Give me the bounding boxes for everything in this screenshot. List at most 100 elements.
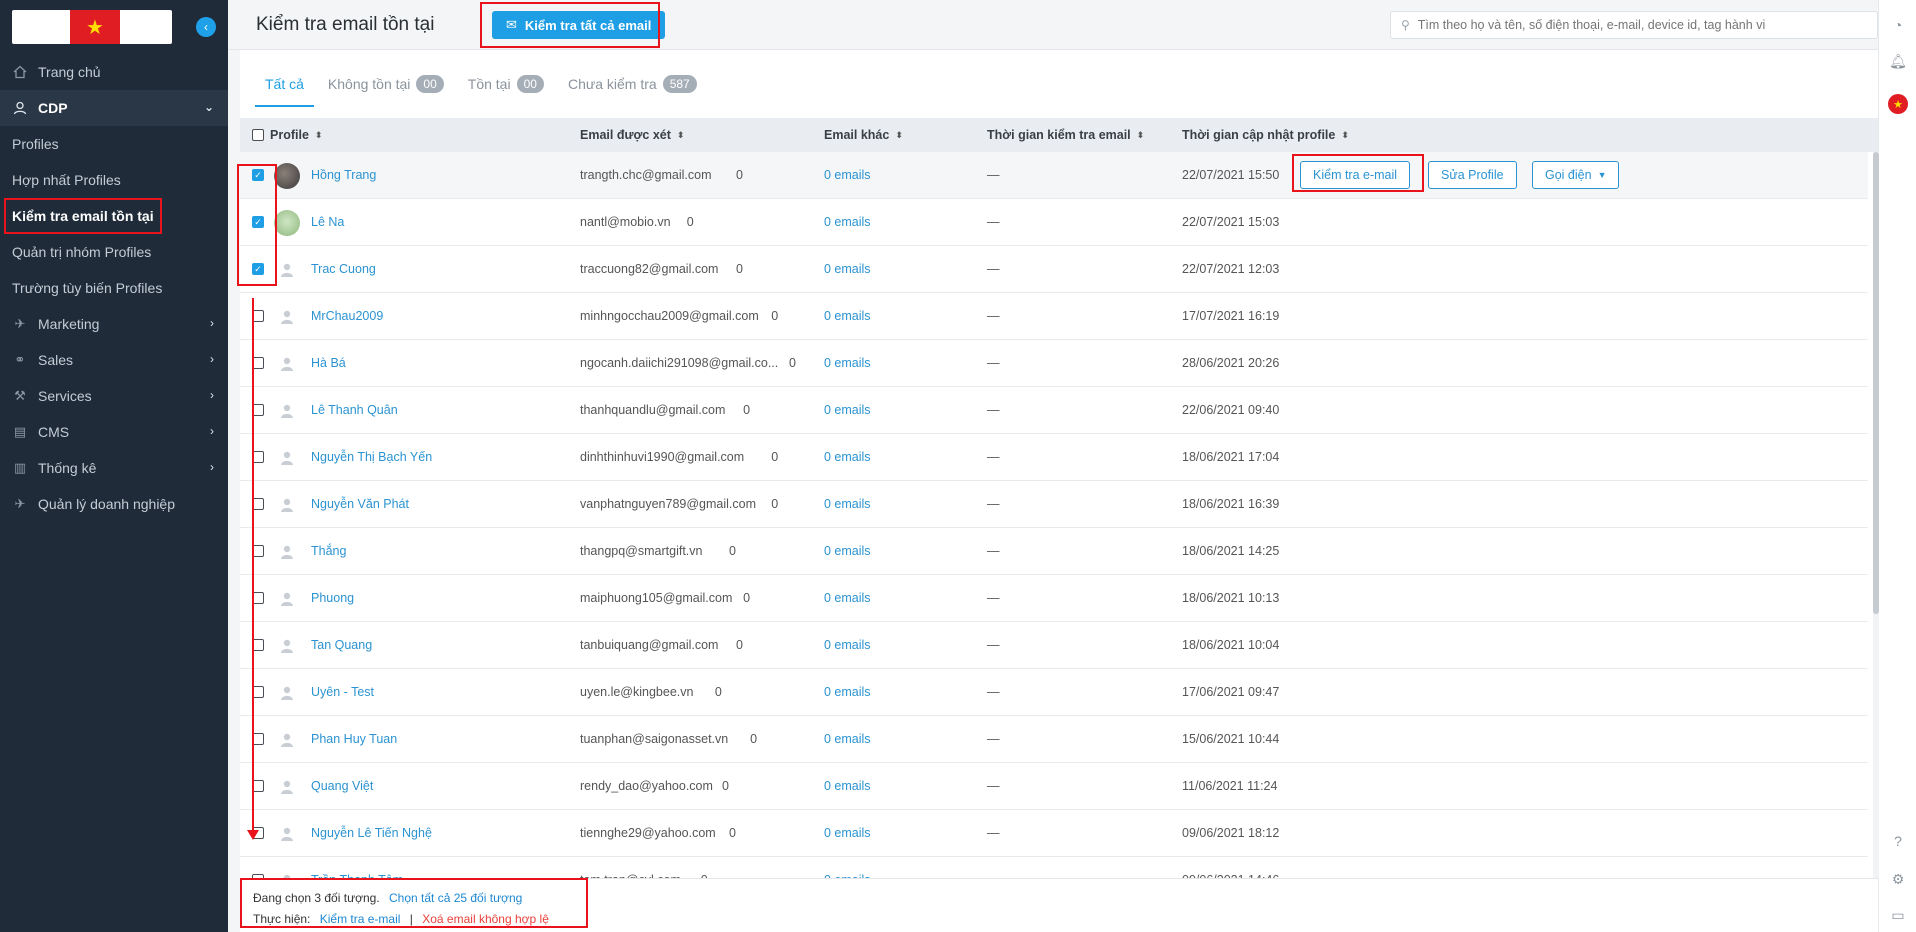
table-row[interactable]: Phan Huy Tuan tuanphan@saigonasset.vn 0 0 e… xyxy=(240,716,1868,763)
profile-name-link[interactable]: Nguyễn Thị Bạch Yến xyxy=(311,450,432,464)
profile-name-link[interactable]: Lê Na xyxy=(311,215,344,229)
other-emails-link[interactable]: 0 emails xyxy=(824,591,871,605)
select-all-checkbox[interactable] xyxy=(252,129,264,141)
row-checkbox[interactable]: ✓ xyxy=(252,263,264,275)
language-flag-icon[interactable]: ★ xyxy=(1888,94,1908,114)
table-row[interactable]: ✓ Hồng Trang trangth.chc@gmail.com 0 0 email… xyxy=(240,152,1868,199)
row-checkbox[interactable]: ✓ xyxy=(252,216,264,228)
table-row[interactable]: Nguyễn Thị Bạch Yến dinhthinhuvi1990@gmai… xyxy=(240,434,1868,481)
other-emails-link[interactable]: 0 emails xyxy=(824,732,871,746)
other-emails-link[interactable]: 0 emails xyxy=(824,215,871,229)
table-row[interactable]: Uyên - Test uyen.le@kingbee.vn 0 0 emails — 1… xyxy=(240,669,1868,716)
profile-name-link[interactable]: Trac Cuong xyxy=(311,262,376,276)
bell-icon[interactable]: 🔔︎ xyxy=(1889,52,1907,70)
profile-name-link[interactable]: Nguyễn Văn Phát xyxy=(311,497,409,511)
other-emails-link[interactable]: 0 emails xyxy=(824,168,871,182)
sidebar-item-custom-fields[interactable]: Trường tùy biến Profiles xyxy=(0,270,228,306)
sidebar-item-cdp[interactable]: CDP ⌄ xyxy=(0,90,228,126)
table-row[interactable]: Phuong maiphuong105@gmail.com 0 0 emails — 18… xyxy=(240,575,1868,622)
table-row[interactable]: Thắng thangpq@smartgift.vn 0 0 emails — 18/06… xyxy=(240,528,1868,575)
sidebar-item-profiles[interactable]: Profiles xyxy=(0,126,228,162)
row-checkbox[interactable]: ✓ xyxy=(252,169,264,181)
header-update-time[interactable]: Thời gian cập nhật profile ⬍ xyxy=(1182,128,1349,142)
other-emails-link[interactable]: 0 emails xyxy=(824,403,871,417)
user-icon[interactable]: ◔ xyxy=(1889,16,1907,34)
help-icon[interactable]: ? xyxy=(1889,832,1907,850)
select-all-link[interactable]: Chọn tất cả 25 đối tượng xyxy=(389,891,522,905)
other-emails-link[interactable]: 0 emails xyxy=(824,638,871,652)
table-row[interactable]: Hà Bá ngocanh.daiichi291098@gmail.co... 0 0… xyxy=(240,340,1868,387)
email-count: 0 xyxy=(721,779,729,793)
check-all-email-button[interactable]: ✉ Kiểm tra tất cả email xyxy=(492,11,666,39)
sidebar-item-enterprise[interactable]: ✈ Quản lý doanh nghiệp xyxy=(0,486,228,522)
table-row[interactable]: Quang Việt rendy_dao@yahoo.com 0 0 emails — 1… xyxy=(240,763,1868,810)
other-emails-link[interactable]: 0 emails xyxy=(824,779,871,793)
delete-invalid-email-link[interactable]: Xoá email không hợp lệ xyxy=(422,912,549,926)
avatar xyxy=(274,492,300,518)
profile-name-link[interactable]: Hồng Trang xyxy=(311,168,376,182)
profile-name-link[interactable]: Thắng xyxy=(311,544,346,558)
other-emails-link[interactable]: 0 emails xyxy=(824,544,871,558)
profile-name-link[interactable]: Lê Thanh Quân xyxy=(311,403,398,417)
header-check-time[interactable]: Thời gian kiểm tra email ⬍ xyxy=(987,128,1144,142)
other-emails-link[interactable]: 0 emails xyxy=(824,309,871,323)
bulk-check-email-link[interactable]: Kiểm tra e-mail xyxy=(320,912,401,926)
table-row[interactable]: MrChau2009 minhngocchau2009@gmail.com 0 0 e… xyxy=(240,293,1868,340)
profile-name-link[interactable]: Nguyễn Lê Tiến Nghệ xyxy=(311,826,432,840)
sidebar-item-home[interactable]: Trang chủ xyxy=(0,54,228,90)
tab-unchecked[interactable]: Chưa kiểm tra 587 xyxy=(568,61,697,107)
sidebar-item-statistics[interactable]: ▥ Thống kê › xyxy=(0,450,228,486)
tab-not-exist[interactable]: Không tồn tại 00 xyxy=(328,61,444,107)
check-time-value: — xyxy=(987,309,1000,323)
sidebar-item-check-email[interactable]: Kiểm tra email tồn tại xyxy=(0,198,228,234)
other-emails-link[interactable]: 0 emails xyxy=(824,262,871,276)
sidebar-item-merge-profiles[interactable]: Hợp nhất Profiles xyxy=(0,162,228,198)
other-emails-link[interactable]: 0 emails xyxy=(824,685,871,699)
header-other-email[interactable]: Email khác ⬍ xyxy=(824,128,903,142)
other-emails-link[interactable]: 0 emails xyxy=(824,356,871,370)
profile-name-link[interactable]: Phan Huy Tuan xyxy=(311,732,397,746)
collapse-sidebar-button[interactable]: ‹ xyxy=(196,17,216,37)
gear-icon[interactable]: ⚙ xyxy=(1889,870,1907,888)
other-emails-link[interactable]: 0 emails xyxy=(824,450,871,464)
other-emails-link[interactable]: 0 emails xyxy=(824,826,871,840)
call-dropdown-button[interactable]: Gọi điện ▼ xyxy=(1532,161,1620,189)
table-row[interactable]: Nguyễn Lê Tiến Nghệ tiennghe29@yahoo.com 0… xyxy=(240,810,1868,857)
profile-name-link[interactable]: Quang Việt xyxy=(311,779,373,793)
table-row[interactable]: Lê Thanh Quân thanhquandlu@gmail.com 0 0 em… xyxy=(240,387,1868,434)
update-time-value: 18/06/2021 17:04 xyxy=(1182,450,1280,464)
tab-all[interactable]: Tất cả xyxy=(255,61,314,107)
sidebar-item-marketing[interactable]: ✈ Marketing › xyxy=(0,306,228,342)
profile-name-link[interactable]: Uyên - Test xyxy=(311,685,374,699)
table-row[interactable]: ✓ Lê Na nantl@mobio.vn 0 0 emails — 22/07/2021… xyxy=(240,199,1868,246)
scrollbar-thumb[interactable] xyxy=(1873,152,1879,614)
profile-name-link[interactable]: Hà Bá xyxy=(311,356,346,370)
check-email-button[interactable]: Kiểm tra e-mail xyxy=(1300,161,1411,189)
header-email[interactable]: Email được xét ⬍ xyxy=(580,128,684,142)
table-row[interactable]: Trần Thanh Tâmtam.tran@cyl.com00 emails—… xyxy=(240,857,1868,878)
scrollbar[interactable] xyxy=(1873,152,1879,878)
sidebar-item-profile-groups[interactable]: Quản trị nhóm Profiles xyxy=(0,234,228,270)
update-time-value: 18/06/2021 10:13 xyxy=(1182,591,1280,605)
sidebar-item-sales[interactable]: ⚭ Sales › xyxy=(0,342,228,378)
header-profile[interactable]: Profile ⬍ xyxy=(252,128,322,142)
edit-profile-button[interactable]: Sửa Profile xyxy=(1428,161,1517,189)
table-row[interactable]: ✓ Trac Cuong traccuong82@gmail.com 0 0 email… xyxy=(240,246,1868,293)
sidebar-item-services[interactable]: ⚒ Services › xyxy=(0,378,228,414)
update-time-value: 18/06/2021 10:04 xyxy=(1182,638,1280,652)
table-row[interactable]: Nguyễn Văn Phát vanphatnguyen789@gmail.co… xyxy=(240,481,1868,528)
sidebar-item-label: CDP xyxy=(38,100,68,116)
search-input[interactable] xyxy=(1417,18,1858,32)
sidebar-item-cms[interactable]: ▤ CMS › xyxy=(0,414,228,450)
profile-name-link[interactable]: Phuong xyxy=(311,591,354,605)
profile-name-link[interactable]: MrChau2009 xyxy=(311,309,383,323)
selection-footer: Đang chọn 3 đối tượng. Chọn tất cả 25 đố… xyxy=(240,878,1878,932)
other-emails-link[interactable]: 0 emails xyxy=(824,497,871,511)
email-value: trangth.chc@gmail.com xyxy=(580,168,712,182)
check-time-value: — xyxy=(987,450,1000,464)
email-count: 0 xyxy=(771,450,779,464)
table-row[interactable]: Tan Quang tanbuiquang@gmail.com 0 0 emails —… xyxy=(240,622,1868,669)
tab-exist[interactable]: Tồn tại 00 xyxy=(468,61,544,107)
profile-name-link[interactable]: Tan Quang xyxy=(311,638,372,652)
chat-icon[interactable]: ▭ xyxy=(1889,906,1907,924)
